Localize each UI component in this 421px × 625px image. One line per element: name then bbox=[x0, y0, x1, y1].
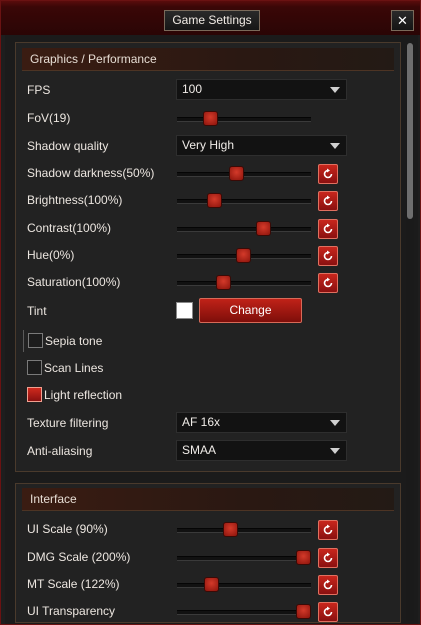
ui-transparency-label: UI Transparency bbox=[27, 604, 116, 618]
fov-label: FoV(19) bbox=[27, 111, 71, 125]
close-icon: ✕ bbox=[397, 13, 408, 28]
reset-icon bbox=[323, 524, 333, 535]
chevron-down-icon bbox=[330, 143, 340, 149]
slider-thumb[interactable] bbox=[256, 221, 272, 236]
reset-icon bbox=[323, 168, 333, 179]
reset-icon bbox=[323, 579, 333, 590]
saturation-slider[interactable] bbox=[177, 275, 311, 290]
fps-dropdown[interactable]: 100 bbox=[176, 79, 347, 100]
slider-thumb[interactable] bbox=[296, 550, 312, 565]
reset-icon bbox=[323, 552, 333, 563]
fov-slider[interactable] bbox=[177, 111, 311, 126]
tint-change-button[interactable]: Change bbox=[199, 298, 302, 323]
ui-scale-reset-button[interactable] bbox=[318, 520, 338, 540]
hue-reset-button[interactable] bbox=[318, 246, 338, 266]
scan-lines-row[interactable]: Scan Lines bbox=[23, 357, 403, 379]
contrast-reset-button[interactable] bbox=[318, 219, 338, 239]
dmg-scale-slider[interactable] bbox=[177, 550, 312, 565]
ui-transparency-reset-button[interactable] bbox=[318, 602, 338, 622]
slider-thumb[interactable] bbox=[296, 604, 312, 619]
anti-aliasing-dropdown[interactable]: SMAA bbox=[176, 440, 347, 461]
scrollbar-thumb[interactable] bbox=[407, 43, 413, 219]
anti-aliasing-value: SMAA bbox=[182, 443, 217, 457]
scrollbar[interactable] bbox=[406, 43, 414, 621]
slider-track bbox=[177, 281, 311, 286]
tint-color-swatch[interactable] bbox=[176, 302, 193, 319]
ui-transparency-slider[interactable] bbox=[177, 604, 312, 619]
reset-icon bbox=[323, 250, 333, 261]
texture-filtering-value: AF 16x bbox=[182, 415, 221, 429]
scan-lines-label: Scan Lines bbox=[44, 361, 104, 375]
fps-value: 100 bbox=[182, 82, 203, 96]
interface-panel-header: Interface bbox=[22, 488, 394, 511]
slider-track bbox=[177, 528, 311, 533]
slider-thumb[interactable] bbox=[203, 577, 219, 592]
slider-track bbox=[177, 556, 311, 561]
slider-thumb[interactable] bbox=[215, 275, 231, 290]
slider-thumb[interactable] bbox=[229, 166, 245, 181]
slider-thumb[interactable] bbox=[236, 248, 251, 263]
shadow-darkness-reset-button[interactable] bbox=[318, 164, 338, 184]
game-settings-window: Game Settings ✕ Graphics / Performance F… bbox=[0, 0, 421, 625]
hue-label: Hue(0%) bbox=[27, 248, 75, 262]
close-button[interactable]: ✕ bbox=[391, 10, 414, 31]
dmg-scale-reset-button[interactable] bbox=[318, 548, 338, 568]
hue-slider[interactable] bbox=[177, 248, 311, 263]
light-reflection-checkbox[interactable] bbox=[27, 387, 42, 402]
slider-thumb[interactable] bbox=[222, 522, 238, 537]
reset-icon bbox=[323, 277, 333, 288]
window-title: Game Settings bbox=[164, 10, 260, 31]
scan-lines-checkbox[interactable] bbox=[27, 360, 42, 375]
slider-track bbox=[177, 117, 311, 122]
reset-icon bbox=[323, 223, 333, 234]
anti-aliasing-label: Anti-aliasing bbox=[27, 444, 93, 458]
chevron-down-icon bbox=[330, 448, 340, 454]
graphics-panel-header: Graphics / Performance bbox=[22, 48, 394, 71]
brightness-reset-button[interactable] bbox=[318, 191, 338, 211]
shadow-quality-dropdown[interactable]: Very High bbox=[176, 135, 347, 156]
ui-scale-slider[interactable] bbox=[177, 522, 311, 537]
dmg-scale-label: DMG Scale (200%) bbox=[27, 550, 131, 564]
chevron-down-icon bbox=[330, 87, 340, 93]
slider-track bbox=[177, 583, 311, 588]
chevron-down-icon bbox=[330, 420, 340, 426]
sepia-tone-label: Sepia tone bbox=[45, 334, 103, 348]
ui-scale-label: UI Scale (90%) bbox=[27, 522, 108, 536]
mt-scale-reset-button[interactable] bbox=[318, 575, 338, 595]
saturation-label: Saturation(100%) bbox=[27, 275, 121, 289]
shadow-quality-value: Very High bbox=[182, 138, 235, 152]
fps-label: FPS bbox=[27, 83, 51, 97]
mt-scale-slider[interactable] bbox=[177, 577, 311, 592]
saturation-reset-button[interactable] bbox=[318, 273, 338, 293]
texture-filtering-dropdown[interactable]: AF 16x bbox=[176, 412, 347, 433]
slider-track bbox=[177, 227, 311, 232]
contrast-label: Contrast(100%) bbox=[27, 221, 112, 235]
slider-thumb[interactable] bbox=[202, 111, 218, 126]
light-reflection-label: Light reflection bbox=[44, 388, 123, 402]
mt-scale-label: MT Scale (122%) bbox=[27, 577, 120, 591]
shadow-darkness-slider[interactable] bbox=[177, 166, 311, 181]
tint-label: Tint bbox=[27, 304, 47, 318]
contrast-slider[interactable] bbox=[177, 221, 311, 236]
light-reflection-row[interactable]: Light reflection bbox=[23, 384, 403, 406]
sepia-tone-row[interactable]: Sepia tone bbox=[23, 330, 404, 352]
texture-filtering-label: Texture filtering bbox=[27, 416, 109, 430]
slider-track bbox=[177, 199, 311, 204]
reset-icon bbox=[323, 606, 333, 617]
sepia-tone-checkbox[interactable] bbox=[28, 333, 43, 348]
slider-thumb[interactable] bbox=[206, 193, 222, 208]
slider-track bbox=[177, 610, 311, 615]
brightness-slider[interactable] bbox=[177, 193, 311, 208]
shadow-quality-label: Shadow quality bbox=[27, 139, 109, 153]
reset-icon bbox=[323, 195, 333, 206]
shadow-darkness-label: Shadow darkness(50%) bbox=[27, 166, 155, 180]
brightness-label: Brightness(100%) bbox=[27, 193, 123, 207]
